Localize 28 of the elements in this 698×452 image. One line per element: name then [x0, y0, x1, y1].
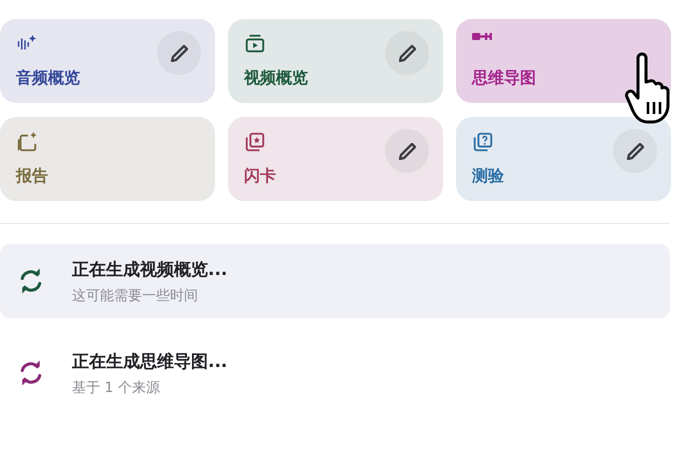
pencil-icon	[398, 142, 416, 160]
tile-label: 报告	[16, 166, 49, 187]
edit-button[interactable]	[385, 31, 429, 75]
progress-subtitle: 基于 1 个来源	[72, 378, 161, 396]
edit-button[interactable]	[157, 31, 201, 75]
tile-label: 测验	[472, 166, 505, 187]
pencil-icon	[626, 142, 644, 160]
progress-title: 正在生成思维导图...	[72, 350, 228, 372]
tile-label: 闪卡	[244, 166, 277, 187]
edit-button[interactable]	[613, 129, 657, 173]
pencil-icon	[398, 44, 416, 62]
mindmap-icon	[472, 33, 492, 40]
tile-label: 音频概览	[16, 68, 81, 89]
report-icon	[16, 131, 38, 153]
feature-tile[interactable]: 测验	[456, 117, 671, 201]
feature-tile[interactable]: 闪卡	[228, 117, 443, 201]
feature-tile[interactable]: 报告	[0, 117, 215, 201]
progress-subtitle: 这可能需要一些时间	[72, 286, 199, 304]
progress-title: 正在生成视频概览...	[72, 258, 228, 280]
edit-button[interactable]	[385, 129, 429, 173]
feature-tile[interactable]: 音频概览	[0, 19, 215, 103]
tile-label: 思维导图	[472, 68, 537, 89]
flashcards-icon	[244, 131, 266, 153]
feature-tile[interactable]: 视频概览	[228, 19, 443, 103]
tile-label: 视频概览	[244, 68, 309, 89]
pencil-icon	[170, 44, 188, 62]
video-icon	[244, 33, 266, 55]
quiz-icon	[472, 131, 494, 153]
